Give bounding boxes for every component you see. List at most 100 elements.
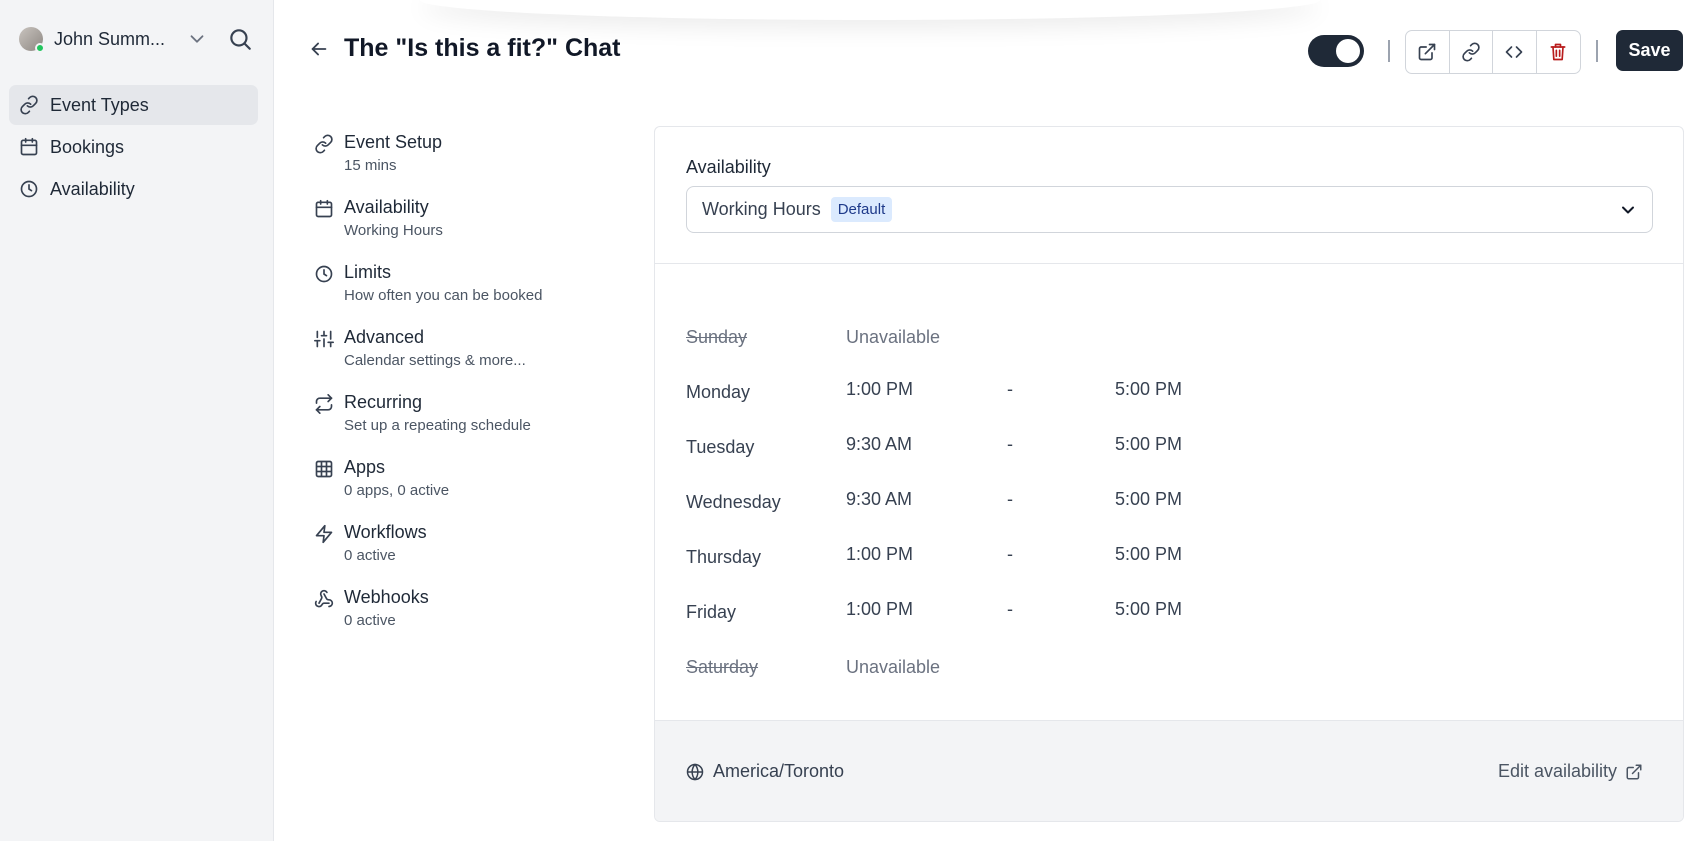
- zap-icon: [315, 524, 333, 544]
- event-actions-group: [1405, 30, 1581, 74]
- tab-title: Workflows: [344, 522, 427, 542]
- page-title: The "Is this a fit?" Chat: [344, 34, 621, 62]
- tab-subtitle: Working Hours: [344, 222, 443, 239]
- link-icon: [20, 95, 38, 115]
- preview-button[interactable]: [1406, 31, 1450, 73]
- day-name: Monday: [686, 382, 751, 402]
- tab-recurring[interactable]: Recurring Set up a repeating schedule: [314, 390, 614, 455]
- tab-advanced[interactable]: Advanced Calendar settings & more...: [314, 325, 614, 390]
- schedule-select[interactable]: Working Hours Default: [686, 186, 1653, 233]
- repeat-icon: [315, 394, 333, 414]
- tab-title: Apps: [344, 457, 386, 477]
- tab-webhooks[interactable]: Webhooks 0 active: [314, 585, 614, 650]
- link-icon: [315, 134, 333, 154]
- start-time: 1:00 PM: [846, 599, 914, 619]
- clock-icon: [315, 265, 333, 283]
- external-link-icon: [1418, 43, 1436, 61]
- time-separator: -: [1007, 544, 1013, 564]
- time-separator: -: [1007, 379, 1013, 399]
- trash-icon: [1550, 43, 1566, 61]
- start-time: 9:30 AM: [846, 434, 913, 454]
- chevron-down-icon[interactable]: [186, 28, 208, 50]
- online-status-dot: [35, 43, 45, 53]
- unavailable-text: Unavailable: [846, 657, 941, 677]
- user-menu[interactable]: John Summ...: [19, 26, 257, 53]
- tab-title: Recurring: [344, 392, 423, 412]
- timezone: America/Toronto: [686, 761, 844, 782]
- hidden-toggle[interactable]: [1308, 35, 1364, 67]
- tab-availability[interactable]: Availability Working Hours: [314, 195, 614, 260]
- time-separator: -: [1007, 599, 1013, 619]
- day-name: Thursday: [686, 547, 762, 567]
- availability-label: Availability: [686, 157, 771, 177]
- end-time: 5:00 PM: [1115, 599, 1183, 619]
- day-name: Tuesday: [686, 437, 755, 457]
- clock-icon: [20, 180, 38, 198]
- copy-link-button[interactable]: [1450, 31, 1493, 73]
- grid-icon: [315, 460, 333, 478]
- divider: [1388, 40, 1390, 62]
- day-name: Saturday: [686, 657, 759, 677]
- day-name: Wednesday: [686, 492, 781, 512]
- day-name: Friday: [686, 602, 737, 622]
- search-icon[interactable]: [227, 26, 253, 52]
- start-time: 1:00 PM: [846, 544, 914, 564]
- end-time: 5:00 PM: [1115, 489, 1183, 509]
- sidebar-item-label: Availability: [50, 178, 135, 199]
- sidebar-nav: Event Types Bookings Availability: [9, 85, 258, 211]
- time-separator: -: [1007, 434, 1013, 454]
- tab-event-setup[interactable]: Event Setup 15 mins: [314, 130, 614, 195]
- sidebar-item-availability[interactable]: Availability: [9, 169, 258, 209]
- start-time: 1:00 PM: [846, 379, 914, 399]
- tab-subtitle: 0 active: [344, 547, 396, 564]
- sidebar-item-label: Event Types: [50, 94, 149, 115]
- calendar-icon: [315, 199, 333, 218]
- end-time: 5:00 PM: [1115, 544, 1183, 564]
- availability-footer: America/Toronto Edit availability: [655, 720, 1683, 821]
- day-name: Sunday: [686, 327, 748, 347]
- link-icon: [1462, 42, 1480, 62]
- tab-limits[interactable]: Limits How often you can be booked: [314, 260, 614, 325]
- sliders-icon: [314, 330, 334, 348]
- avatar: [19, 27, 45, 53]
- tab-subtitle: 15 mins: [344, 157, 397, 174]
- toggle-knob: [1336, 39, 1360, 63]
- timezone-label: America/Toronto: [713, 761, 845, 781]
- embed-button[interactable]: [1493, 31, 1537, 73]
- start-time: 9:30 AM: [846, 489, 913, 509]
- delete-button[interactable]: [1537, 31, 1580, 73]
- time-separator: -: [1007, 489, 1013, 509]
- tab-apps[interactable]: Apps 0 apps, 0 active: [314, 455, 614, 520]
- schedule-select-value: Working Hours: [702, 199, 821, 219]
- back-arrow-icon[interactable]: [308, 38, 330, 60]
- save-button[interactable]: Save: [1616, 30, 1683, 71]
- tab-subtitle: How often you can be booked: [344, 287, 543, 304]
- end-time: 5:00 PM: [1115, 434, 1183, 454]
- code-icon: [1505, 46, 1523, 58]
- tab-title: Event Setup: [344, 132, 443, 152]
- divider: [655, 263, 1683, 264]
- default-badge: Default: [830, 197, 893, 222]
- calendar-icon: [20, 137, 38, 156]
- user-name: John Summ...: [54, 28, 166, 49]
- tab-title: Webhooks: [344, 587, 429, 607]
- unavailable-text: Unavailable: [846, 327, 941, 347]
- sidebar-item-event-types[interactable]: Event Types: [9, 85, 258, 125]
- header-shadow: [420, 0, 1320, 20]
- globe-icon: [686, 762, 704, 781]
- edit-availability-link[interactable]: Edit availability: [1498, 761, 1643, 782]
- sidebar-item-label: Bookings: [50, 136, 125, 157]
- tab-subtitle: Set up a repeating schedule: [344, 417, 531, 434]
- tab-title: Availability: [344, 197, 429, 217]
- end-time: 5:00 PM: [1115, 379, 1183, 399]
- tab-title: Advanced: [344, 327, 425, 347]
- tab-subtitle: 0 active: [344, 612, 396, 629]
- divider: [1596, 40, 1598, 62]
- tab-subtitle: 0 apps, 0 active: [344, 482, 450, 499]
- tab-workflows[interactable]: Workflows 0 active: [314, 520, 614, 585]
- external-link-icon: [1626, 764, 1642, 779]
- sidebar-item-bookings[interactable]: Bookings: [9, 127, 258, 167]
- event-settings-tabs: Event Setup 15 mins Availability Working…: [314, 130, 614, 650]
- sidebar: John Summ... Event Types Bookings Availa…: [0, 0, 274, 841]
- tab-subtitle: Calendar settings & more...: [344, 352, 526, 369]
